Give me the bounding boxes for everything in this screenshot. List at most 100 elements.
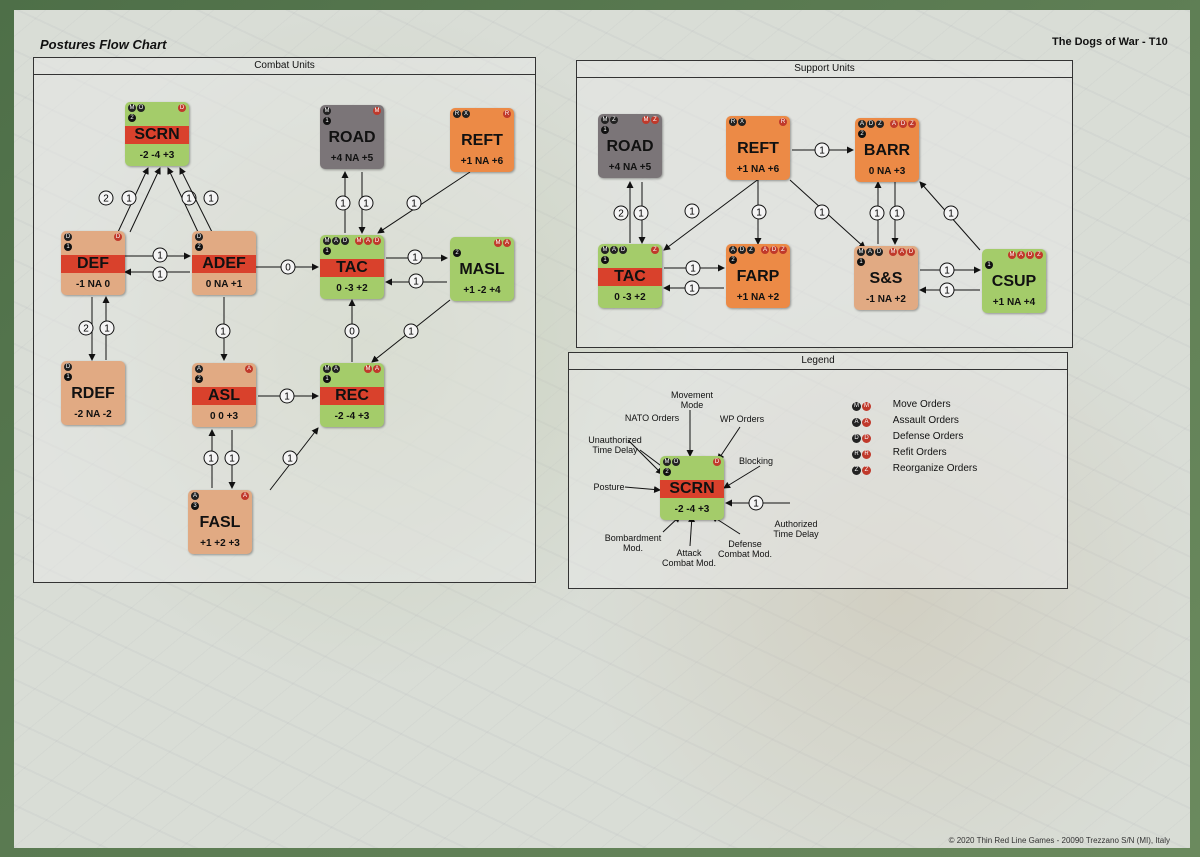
wp-order-badge: A: [1017, 251, 1025, 259]
wp-order-badge: A: [890, 120, 898, 128]
svg-text:1: 1: [690, 264, 696, 275]
nato-order-badge: D: [738, 246, 746, 254]
svg-text:1: 1: [412, 253, 418, 264]
nato-order-badge: D: [64, 363, 72, 371]
legend-refit-label: Refit Orders: [892, 447, 947, 458]
svg-text:2: 2: [83, 324, 89, 335]
svg-text:1: 1: [894, 209, 900, 220]
movement-mode-number: 1: [323, 247, 331, 255]
nato-order-badge: O: [137, 104, 145, 112]
legend-move-label: Move Orders: [892, 399, 951, 410]
combat-modifiers: +1 NA +2: [736, 292, 780, 303]
nato-order-badges: RX: [453, 110, 471, 128]
wp-order-badges: A: [240, 492, 249, 510]
movement-mode-number: 3: [191, 502, 199, 510]
nato-order-badge: D: [867, 120, 875, 128]
counter-legend-example: M O D 2 SCRN -2 -4 +3: [660, 456, 724, 520]
svg-text:1: 1: [874, 209, 880, 220]
svg-text:1: 1: [157, 251, 163, 262]
movement-mode-number: 2: [858, 130, 866, 138]
combat-modifiers: +4 NA +5: [608, 162, 652, 173]
movement-mode-number: 2: [195, 243, 203, 251]
nato-order-badge: Z: [876, 120, 884, 128]
nato-order-badge: D: [64, 233, 72, 241]
time-delay-label: 1: [407, 249, 423, 265]
wp-order-badge: D: [899, 120, 907, 128]
move-nato-badge: M: [852, 402, 861, 411]
svg-text:1: 1: [689, 207, 695, 218]
svg-text:1: 1: [363, 199, 369, 210]
wp-order-badge: D: [114, 233, 122, 241]
time-delay-label: 1: [406, 195, 422, 211]
movement-mode-number: 1: [64, 243, 72, 251]
counter-asl: A A 2 ASL 0 0 +3: [192, 363, 256, 427]
counter-tac-combat: M A D M A D 1 TAC 0 -3 +2: [320, 235, 384, 299]
annotation-wp-orders: WP Orders: [719, 414, 765, 424]
time-delay-label: 1: [282, 450, 298, 466]
time-delay-label: 1: [814, 142, 830, 158]
time-delay-label: 0: [344, 323, 360, 339]
nato-order-badge: M: [323, 365, 331, 373]
nato-order-badge: A: [332, 237, 340, 245]
combat-modifiers: +1 NA +4: [992, 297, 1036, 308]
counter-road-combat: M M 1 ROAD +4 NA +5: [320, 105, 384, 169]
svg-text:1: 1: [229, 454, 235, 465]
annotation-nato-orders: NATO Orders: [624, 413, 680, 423]
nato-order-badge: D: [875, 248, 883, 256]
legend-assault: AA Assault Orders: [852, 415, 959, 427]
wp-order-badge: M: [1008, 251, 1016, 259]
svg-text:1: 1: [104, 324, 110, 335]
counter-rec: M A M A 1 REC -2 -4 +3: [320, 363, 384, 427]
counter-scrn: M O D 2 SCRN -2 -4 +3: [125, 102, 189, 166]
wp-order-badges: D: [712, 458, 721, 476]
time-delay-label: 1: [869, 205, 885, 221]
legend-refit: RR Refit Orders: [852, 447, 947, 459]
counter-def: D D 1 DEF -1 NA 0: [61, 231, 125, 295]
svg-text:1: 1: [753, 499, 759, 510]
counter-csup: M A D Z 1 CSUP +1 NA +4: [982, 249, 1046, 313]
annotation-authorized-delay: Authorized Time Delay: [773, 519, 819, 539]
svg-text:1: 1: [157, 270, 163, 281]
counter-reft-support: R X R REFT +1 NA +6: [726, 116, 790, 180]
nato-order-badge: X: [462, 110, 470, 118]
posture-name: SCRN: [125, 126, 189, 144]
svg-text:1: 1: [411, 199, 417, 210]
posture-name: REFT: [461, 132, 503, 149]
nato-order-badge: X: [738, 118, 746, 126]
nato-order-badge: A: [191, 492, 199, 500]
posture-name: FARP: [736, 268, 780, 285]
svg-text:1: 1: [819, 208, 825, 219]
legend-move: MM Move Orders: [852, 399, 951, 411]
wp-order-badge: A: [761, 246, 769, 254]
movement-mode-number: 1: [857, 258, 865, 266]
nato-order-badge: D: [341, 237, 349, 245]
time-delay-label: 1: [203, 450, 219, 466]
movement-mode-number: 2: [729, 256, 737, 264]
combat-modifiers: -1 NA 0: [75, 279, 111, 290]
legend-assault-label: Assault Orders: [892, 415, 959, 426]
annotation-unauthorized-delay: Unauthorized Time Delay: [588, 435, 642, 455]
reorganize-wp-badge: Z: [862, 466, 871, 475]
svg-text:2: 2: [618, 209, 624, 220]
time-delay-label: 2: [98, 190, 114, 206]
legend-defense-label: Defense Orders: [892, 431, 964, 442]
nato-order-badge: R: [453, 110, 461, 118]
counter-ss: M A D M A D 1 S&S -1 NA +2: [854, 246, 918, 310]
nato-order-badge: A: [729, 246, 737, 254]
combat-modifiers: -2 -4 +3: [334, 411, 370, 422]
nato-order-badges: RX: [729, 118, 747, 136]
counter-tac-support: M A D Z 1 TAC 0 -3 +2: [598, 244, 662, 308]
wp-order-badge: Z: [651, 246, 659, 254]
wp-order-badge: D: [907, 248, 915, 256]
svg-text:1: 1: [638, 209, 644, 220]
wp-order-badge: Z: [1035, 251, 1043, 259]
nato-order-badge: M: [663, 458, 671, 466]
time-delay-label: 1: [889, 205, 905, 221]
svg-text:1: 1: [208, 454, 214, 465]
time-delay-label: 1: [684, 280, 700, 296]
refit-wp-badge: R: [862, 450, 871, 459]
posture-name: SCRN: [660, 480, 724, 498]
wp-order-badges: ADZ: [760, 246, 787, 264]
nato-order-badge: M: [601, 116, 609, 124]
wp-order-badge: M: [364, 365, 372, 373]
